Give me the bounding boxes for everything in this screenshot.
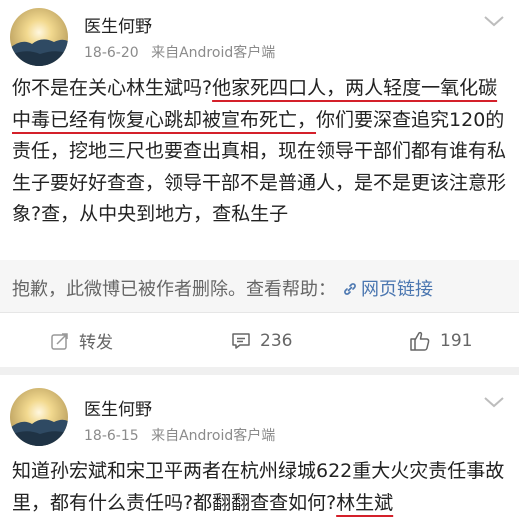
avatar-image bbox=[10, 388, 68, 446]
post-text-segment: 知道孙宏斌和宋卫平两者在杭州绿城622重大火灾责任事故里，都有什么责任吗?都翻翻… bbox=[12, 460, 505, 514]
action-bar: 转发 236 191 bbox=[0, 312, 519, 367]
comment-button[interactable]: 236 bbox=[231, 313, 292, 368]
chevron-down-icon[interactable] bbox=[483, 395, 505, 409]
deleted-notice-text: 抱歉，此微博已被作者删除。查看帮助： bbox=[12, 279, 336, 300]
author-name[interactable]: 医生何野 bbox=[84, 12, 152, 37]
post-text: 你不是在关心林生斌吗?他家死四口人，两人轻度一氧化碳中毒已经有恢复心跳却被宣布死… bbox=[12, 73, 511, 231]
post-meta: 18-6-15 来自Android客户端 bbox=[84, 425, 275, 445]
repost-label: 转发 bbox=[79, 333, 113, 353]
post-text-underlined: 林生斌 bbox=[336, 491, 394, 514]
post-source: 来自Android客户端 bbox=[151, 45, 276, 61]
link-icon bbox=[344, 283, 356, 295]
comment-count: 236 bbox=[260, 330, 293, 351]
deleted-notice-bar: 抱歉，此微博已被作者删除。查看帮助： 网页链接 bbox=[0, 260, 519, 312]
thumbs-up-icon bbox=[410, 331, 430, 351]
post-source: 来自Android客户端 bbox=[151, 428, 276, 444]
post-meta: 18-6-20 来自Android客户端 bbox=[84, 42, 275, 62]
weibo-post-card: 医生何野 18-6-20 来自Android客户端 你不是在关心林生斌吗?他家死… bbox=[0, 0, 519, 367]
avatar[interactable] bbox=[10, 388, 68, 446]
help-link-label: 网页链接 bbox=[361, 279, 433, 300]
like-count: 191 bbox=[440, 330, 473, 351]
author-name[interactable]: 医生何野 bbox=[84, 395, 152, 420]
repost-button[interactable]: 转发 bbox=[50, 313, 113, 368]
post-text: 知道孙宏斌和宋卫平两者在杭州绿城622重大火灾责任事故里，都有什么责任吗?都翻翻… bbox=[12, 456, 511, 519]
post-date: 18-6-20 bbox=[84, 45, 139, 61]
post-text-segment: 你不是在关心林生斌吗? bbox=[12, 77, 213, 99]
post-date: 18-6-15 bbox=[84, 428, 139, 444]
help-link[interactable]: 网页链接 bbox=[342, 279, 433, 300]
weibo-post-card: 医生何野 18-6-15 来自Android客户端 知道孙宏斌和宋卫平两者在杭州… bbox=[0, 375, 519, 525]
deleted-notice: 抱歉，此微博已被作者删除。查看帮助： 网页链接 bbox=[12, 275, 433, 301]
repost-icon bbox=[51, 332, 68, 350]
like-button[interactable]: 191 bbox=[409, 313, 472, 368]
comment-icon bbox=[232, 332, 250, 349]
avatar[interactable] bbox=[10, 8, 68, 66]
avatar-image bbox=[10, 8, 68, 66]
chevron-down-icon[interactable] bbox=[483, 14, 505, 28]
